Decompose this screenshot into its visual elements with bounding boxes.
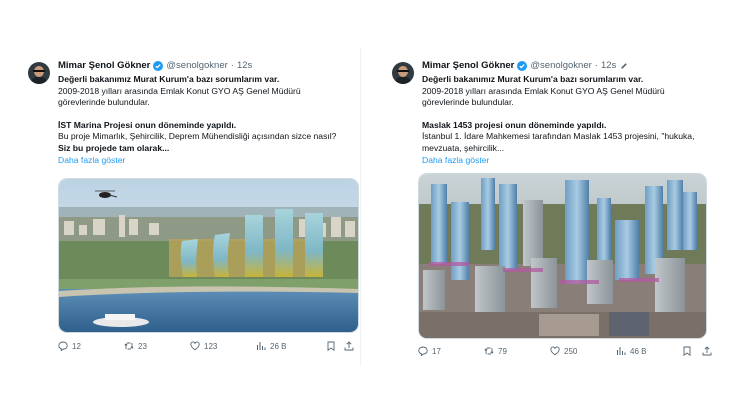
retweet-count: 23 [138,341,147,351]
text-line: 2009-2018 yılları arasında Emlak Konut G… [422,85,665,96]
author-handle[interactable]: @senolgokner [530,60,591,72]
retweet-count: 79 [498,346,507,356]
share-icon [702,346,712,356]
tweet-text: Değerli bakanımız Murat Kurum'a bazı sor… [58,74,358,154]
tweet-body: Mimar Şenol Gökner @senolgokner · 12s De… [422,60,722,166]
like-icon [190,341,200,351]
views-count: 26 B [270,341,287,351]
reply-button[interactable]: 12 [58,341,124,351]
column-divider [360,48,361,366]
like-count: 250 [564,346,578,356]
timestamp[interactable]: 12s [237,60,252,72]
text-line: Maslak 1453 projesi onun döneminde yapıl… [422,119,607,130]
retweet-icon [484,347,494,355]
views-button[interactable]: 26 B [256,341,326,351]
reply-icon [58,341,68,351]
retweet-button[interactable]: 23 [124,341,190,351]
author-handle[interactable]: @senolgokner [166,60,227,72]
text-line: İST Marina Projesi onun döneminde yapıld… [58,119,237,130]
text-line: 2009-2018 yılları arasında Emlak Konut G… [58,85,301,96]
verified-badge-icon [153,61,164,71]
tweet-header: Mimar Şenol Gökner @senolgokner · 12s [422,60,722,72]
like-button[interactable]: 250 [550,346,616,356]
text-line: görevlerinde bulundular. [58,97,150,107]
share-icon [344,341,354,351]
retweet-icon [124,342,134,350]
author-name[interactable]: Mimar Şenol Gökner [58,60,150,72]
tweet-image-maslak[interactable] [418,173,707,339]
views-icon [617,347,626,355]
bookmark-button[interactable] [682,346,702,356]
text-line: Bu proje Mimarlık, Şehircilik, Deprem Mü… [58,131,337,141]
show-more-link[interactable]: Daha fazla göster [58,154,358,166]
like-icon [550,346,560,356]
bookmark-button[interactable] [326,341,344,351]
edit-icon[interactable] [620,62,628,70]
verified-badge-icon [517,61,528,71]
views-icon [257,342,266,350]
reply-count: 17 [432,346,441,356]
share-button[interactable] [702,346,712,356]
tweet-body: Mimar Şenol Gökner @senolgokner · 12s De… [58,60,358,166]
share-button[interactable] [344,341,354,351]
text-line: Değerli bakanımız Murat Kurum'a bazı sor… [58,74,280,84]
maslak-aerial-photo [419,174,706,338]
views-count: 46 B [630,346,647,356]
tweet-image-marina[interactable] [58,178,359,333]
reply-icon [418,346,428,356]
tweet-text: Değerli bakanımız Murat Kurum'a bazı sor… [422,74,722,154]
reply-count: 12 [72,341,81,351]
like-count: 123 [204,341,218,351]
text-line: Değerli bakanımız Murat Kurum'a bazı sor… [422,74,644,84]
author-name[interactable]: Mimar Şenol Gökner [422,60,514,72]
action-bar: 12 23 123 26 B [58,341,358,351]
text-line: İstanbul 1. İdare Mahkemesi tarafından M… [422,131,695,141]
avatar[interactable] [392,62,414,84]
separator-dot: · [594,60,598,71]
timestamp[interactable]: 12s [601,60,616,72]
reply-button[interactable]: 17 [418,346,484,356]
retweet-button[interactable]: 79 [484,346,550,356]
views-button[interactable]: 46 B [616,346,682,356]
bookmark-icon [683,346,691,356]
text-line: mevzuata, şehircilik... [422,142,505,153]
text-line: görevlerinde bulundular. [422,97,514,107]
text-line: Siz bu projede tam olarak... [58,142,170,153]
bookmark-icon [327,341,335,351]
like-button[interactable]: 123 [190,341,256,351]
avatar[interactable] [28,62,50,84]
action-bar: 17 79 250 46 B [418,346,714,356]
tweet-header: Mimar Şenol Gökner @senolgokner · 12s [58,60,358,72]
show-more-link[interactable]: Daha fazla göster [422,154,722,166]
marina-rendering [59,179,358,332]
separator-dot: · [230,60,234,71]
